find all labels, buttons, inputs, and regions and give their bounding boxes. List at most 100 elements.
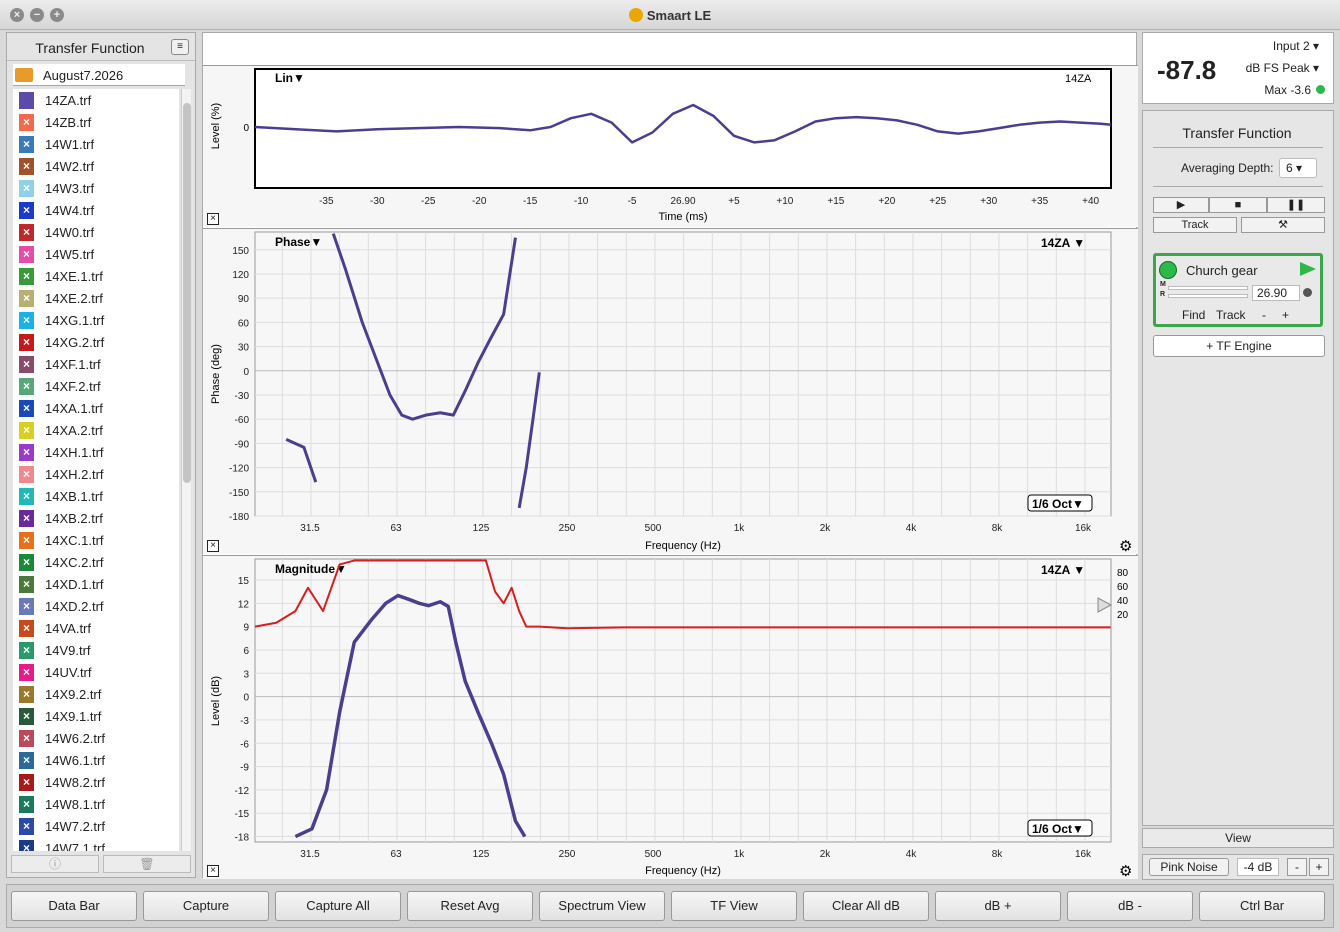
pink-noise-button[interactable]: Pink Noise [1149, 858, 1229, 876]
delay-minus-button[interactable]: - [1262, 308, 1266, 322]
add-tf-engine-button[interactable]: + TF Engine [1153, 335, 1325, 357]
reset-avg-button[interactable]: Reset Avg [407, 891, 533, 921]
file-item[interactable]: × 14V9.trf [13, 639, 179, 661]
file-item[interactable]: 14ZA.trf [13, 89, 179, 111]
close-plot-icon[interactable]: × [207, 865, 219, 877]
trace-file-icon: × [19, 598, 34, 615]
file-item[interactable]: × 14XF.2.trf [13, 375, 179, 397]
view-button[interactable]: View [1142, 828, 1334, 848]
file-item[interactable]: × 14W1.trf [13, 133, 179, 155]
file-item[interactable]: × 14XC.1.trf [13, 529, 179, 551]
file-item[interactable]: × 14XE.2.trf [13, 287, 179, 309]
close-plot-icon[interactable]: × [207, 540, 219, 552]
file-item[interactable]: × 14W6.1.trf [13, 749, 179, 771]
file-item[interactable]: × 14W3.trf [13, 177, 179, 199]
averaging-select[interactable]: 6 ▾ [1279, 158, 1317, 178]
x-tick-label: 8k [992, 849, 1004, 860]
file-item[interactable]: × 14XB.1.trf [13, 485, 179, 507]
file-item[interactable]: × 14W5.trf [13, 243, 179, 265]
phase-plot[interactable]: 150 120 90 60 30 0 -30 -60 -90 -120 -150 -180 31.5 63… [203, 228, 1138, 555]
track-button[interactable]: Track [1153, 217, 1237, 233]
file-list-scrollbar[interactable] [181, 89, 191, 851]
y-tick-label: 12 [238, 599, 250, 610]
file-item[interactable]: × 14VA.trf [13, 617, 179, 639]
x-tick-label: 63 [390, 849, 402, 860]
file-label: 14XD.2.trf [45, 599, 104, 614]
stop-button[interactable]: ■ [1209, 197, 1267, 213]
file-item[interactable]: × 14W8.1.trf [13, 793, 179, 815]
file-item[interactable]: × 14W4.trf [13, 199, 179, 221]
delete-button[interactable]: 🗑 [103, 855, 191, 873]
delay-input[interactable]: 26.90 [1252, 285, 1300, 301]
pink-noise-level[interactable]: -4 dB [1237, 858, 1279, 876]
file-item[interactable]: × 14XB.2.trf [13, 507, 179, 529]
file-item[interactable]: × 14XH.2.trf [13, 463, 179, 485]
file-label: 14W6.2.trf [45, 731, 105, 746]
data-bar-button[interactable]: Data Bar [11, 891, 137, 921]
scrollbar-thumb[interactable] [183, 103, 191, 483]
y-tick-label: -120 [229, 464, 249, 475]
db-button[interactable]: dB + [935, 891, 1061, 921]
gear-icon[interactable]: ⚙ [1119, 538, 1132, 555]
y-tick-label: -150 [229, 488, 249, 499]
impulse-plot[interactable]: -35 -30 -25 -20 -15 -10 -5 26.90 +5 +10 +15 +20 +25 +… [203, 65, 1138, 227]
pause-button[interactable]: ❚❚ [1267, 197, 1325, 213]
ctrl-bar-button[interactable]: Ctrl Bar [1199, 891, 1325, 921]
file-item[interactable]: × 14ZB.trf [13, 111, 179, 133]
file-item[interactable]: × 14UV.trf [13, 661, 179, 683]
file-item[interactable]: × 14XH.1.trf [13, 441, 179, 463]
file-item[interactable]: × 14W6.2.trf [13, 727, 179, 749]
trace-file-icon: × [19, 114, 34, 131]
file-item[interactable]: × 14XD.2.trf [13, 595, 179, 617]
window-title-label: Smaart LE [646, 8, 712, 23]
pink-noise-bar: Pink Noise -4 dB - + [1142, 854, 1334, 880]
folder-row[interactable]: August7.2026 [13, 64, 185, 86]
file-item[interactable]: × 14X9.1.trf [13, 705, 179, 727]
averaging-label: Averaging Depth: [1181, 161, 1274, 175]
capture-button[interactable]: Capture [143, 891, 269, 921]
file-item[interactable]: × 14XC.2.trf [13, 551, 179, 573]
file-item[interactable]: × 14W7.2.trf [13, 815, 179, 837]
engine-play-icon[interactable] [1300, 262, 1316, 276]
file-item[interactable]: × 14XE.1.trf [13, 265, 179, 287]
input-selector[interactable]: Input 2 ▾ [1273, 39, 1319, 53]
tf-view-button[interactable]: TF View [671, 891, 797, 921]
db-button[interactable]: dB - [1067, 891, 1193, 921]
engine-status-icon[interactable] [1159, 261, 1177, 279]
meter-unit-selector[interactable]: dB FS Peak ▾ [1246, 61, 1319, 75]
file-item[interactable]: × 14XG.1.trf [13, 309, 179, 331]
tf-engine-card[interactable]: Church gear M R 26.90 Find Track - + [1153, 253, 1323, 327]
file-item[interactable]: × 14XF.1.trf [13, 353, 179, 375]
file-item[interactable]: × 14W2.trf [13, 155, 179, 177]
engine-track-button[interactable]: Track [1216, 308, 1246, 322]
file-item[interactable]: × 14XA.2.trf [13, 419, 179, 441]
file-item[interactable]: × 14XG.2.trf [13, 331, 179, 353]
hamburger-menu-icon[interactable]: ≡ [171, 39, 189, 55]
tools-button[interactable]: ⚒ [1241, 217, 1325, 233]
gear-icon[interactable]: ⚙ [1119, 863, 1132, 880]
pink-noise-plus-button[interactable]: + [1309, 858, 1329, 876]
x-tick-label: 16k [1075, 523, 1092, 534]
find-button[interactable]: Find [1182, 308, 1205, 322]
magnitude-plot[interactable]: 15 12 9 6 3 0 -3 -6 -9 -12 -15 -18 31.5 63 125 250 500 1k… [203, 555, 1138, 880]
file-item[interactable]: × 14XD.1.trf [13, 573, 179, 595]
file-item[interactable]: × 14X9.2.trf [13, 683, 179, 705]
file-label: 14XB.1.trf [45, 489, 103, 504]
capture-all-button[interactable]: Capture All [275, 891, 401, 921]
record-icon[interactable] [1303, 288, 1312, 297]
file-item[interactable]: × 14XA.1.trf [13, 397, 179, 419]
clear-all-db-button[interactable]: Clear All dB [803, 891, 929, 921]
delay-plus-button[interactable]: + [1282, 308, 1289, 322]
play-button[interactable]: ▶ [1153, 197, 1209, 213]
info-button[interactable]: ⓘ [11, 855, 99, 873]
file-item[interactable]: × 14W7.1.trf [13, 837, 179, 851]
trace-selector: 14ZA ▼ [1041, 236, 1085, 250]
file-item[interactable]: × 14W8.2.trf [13, 771, 179, 793]
trace-file-icon: × [19, 158, 34, 175]
pink-noise-minus-button[interactable]: - [1287, 858, 1307, 876]
file-item[interactable]: × 14W0.trf [13, 221, 179, 243]
file-label: 14W5.trf [45, 247, 95, 262]
close-plot-icon[interactable]: × [207, 213, 219, 225]
trace-file-icon: × [19, 422, 34, 439]
spectrum-view-button[interactable]: Spectrum View [539, 891, 665, 921]
